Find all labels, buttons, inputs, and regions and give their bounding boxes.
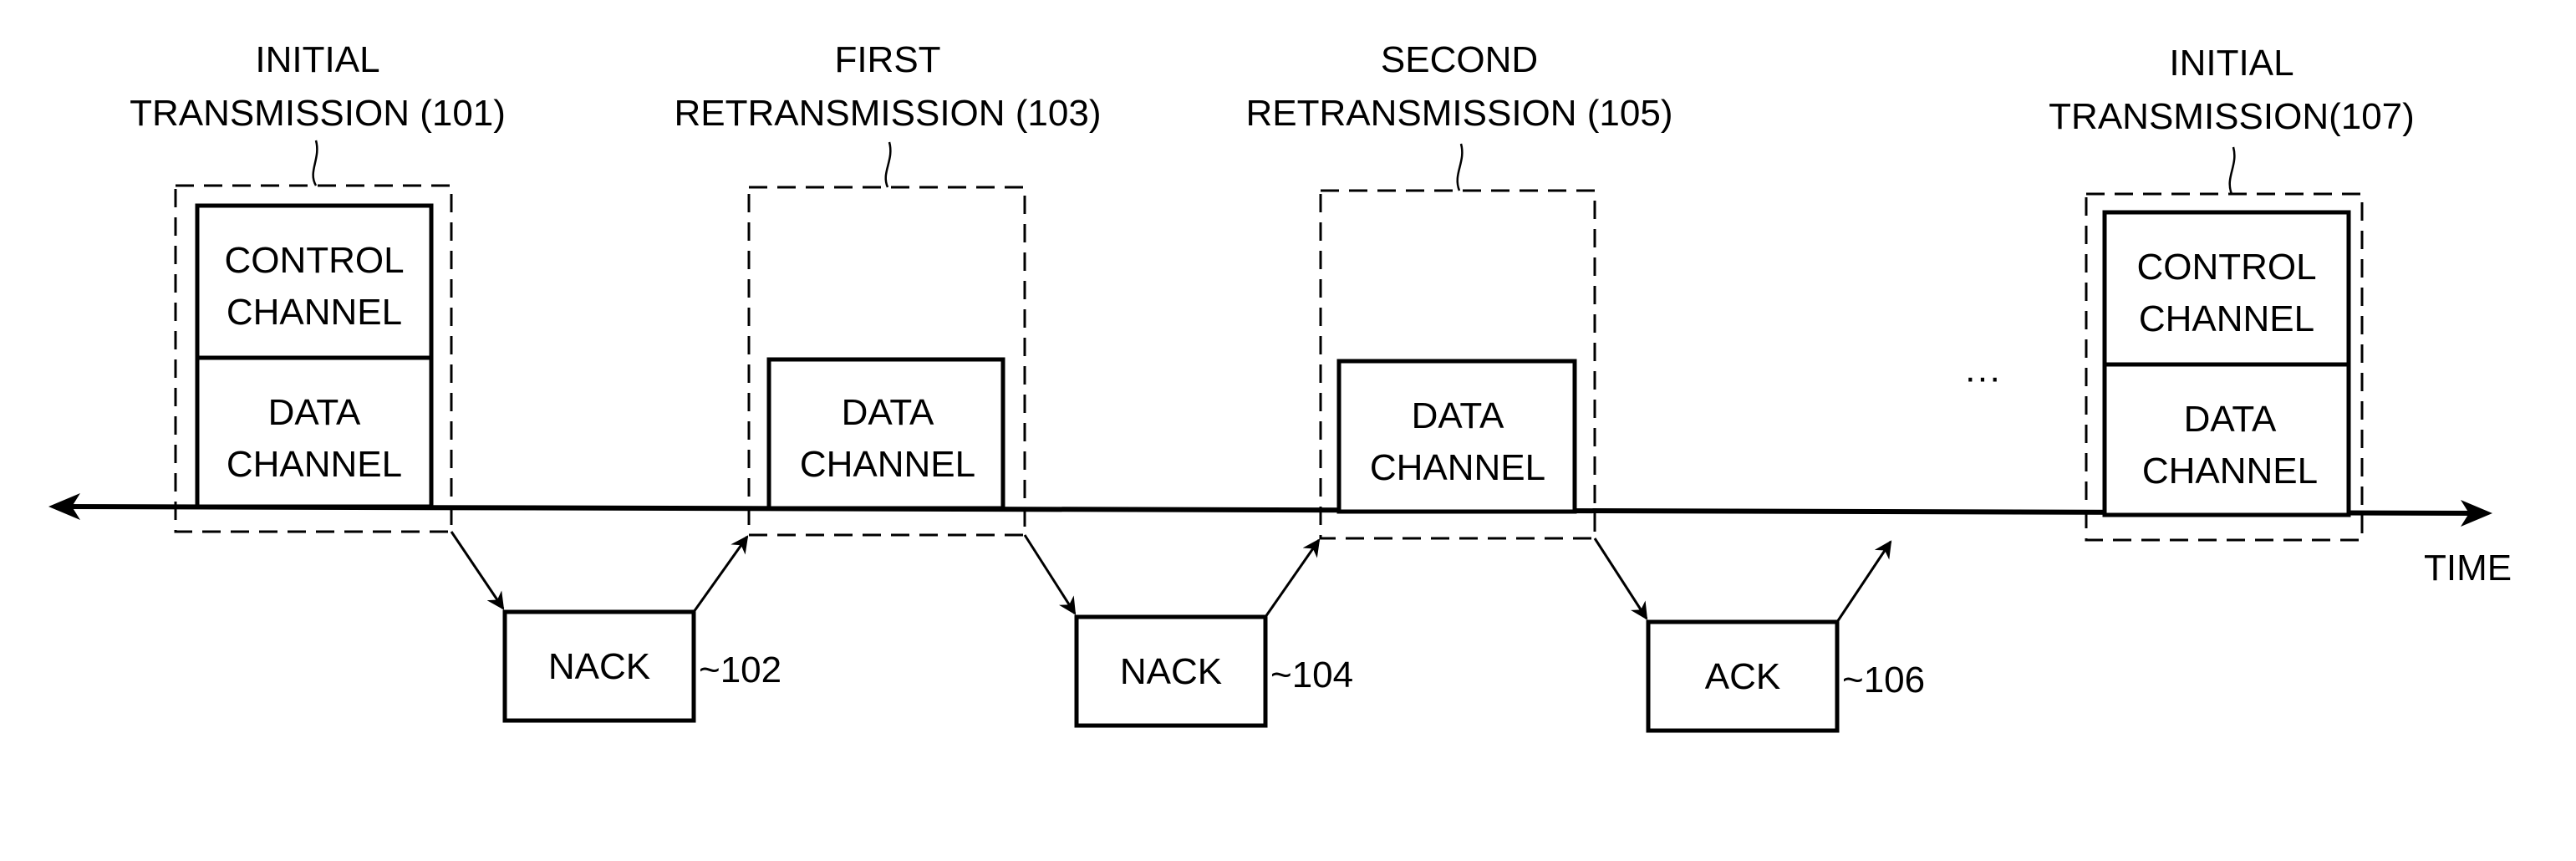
transmission-107: INITIAL TRANSMISSION(107) CONTROL CHANNE… bbox=[2049, 43, 2415, 542]
transmission-105-title-line2: RETRANSMISSION (105) bbox=[1246, 93, 1673, 134]
transmission-107-data-channel-box bbox=[2102, 362, 2351, 517]
arrow-from-nack-102 bbox=[692, 535, 749, 613]
transmission-107-data-line2: CHANNEL bbox=[2142, 451, 2318, 492]
transmission-107-leader-line bbox=[2228, 146, 2236, 195]
transmission-101-title-line2: TRANSMISSION (101) bbox=[130, 93, 506, 134]
transmission-107-control-channel-box bbox=[2102, 210, 2351, 367]
arrow-to-nack-104 bbox=[1023, 534, 1077, 615]
time-axis-label: TIME bbox=[2424, 548, 2512, 588]
transmission-105-data-channel-box bbox=[1336, 359, 1577, 514]
transmission-103-data-line2: CHANNEL bbox=[800, 444, 975, 485]
nack-104-reference: ~104 bbox=[1270, 655, 1353, 695]
arrow-from-nack-104 bbox=[1264, 538, 1321, 618]
ack-106-label: ACK bbox=[1705, 656, 1780, 697]
transmission-107-control-line2: CHANNEL bbox=[2139, 298, 2314, 339]
transmission-105-leader-line bbox=[1456, 143, 1464, 191]
transmission-101-control-line1: CONTROL bbox=[224, 240, 404, 281]
transmission-101-data-line2: CHANNEL bbox=[227, 444, 402, 485]
transmission-101-control-line2: CHANNEL bbox=[227, 292, 402, 333]
arrow-to-ack-106 bbox=[1593, 537, 1648, 620]
transmission-101-title-line1: INITIAL bbox=[255, 39, 379, 80]
transmission-101: INITIAL TRANSMISSION (101) CONTROL CHANN… bbox=[130, 39, 506, 533]
ack-106-reference: ~106 bbox=[1842, 660, 1925, 701]
nack-104-label: NACK bbox=[1120, 651, 1222, 692]
transmission-103-title-line2: RETRANSMISSION (103) bbox=[675, 93, 1102, 134]
feedback-106: ACK ~106 bbox=[1593, 537, 1925, 733]
transmission-103-data-line1: DATA bbox=[842, 392, 934, 433]
transmission-107-title-line2: TRANSMISSION(107) bbox=[2049, 96, 2415, 137]
transmission-103-title-line1: FIRST bbox=[834, 39, 940, 80]
transmission-105-data-line1: DATA bbox=[1412, 395, 1504, 436]
transmission-105-title-line1: SECOND bbox=[1381, 39, 1538, 80]
transmission-101-data-line1: DATA bbox=[268, 392, 361, 433]
arrow-from-ack-106 bbox=[1835, 540, 1892, 623]
transmission-107-data-line1: DATA bbox=[2184, 399, 2277, 440]
transmission-101-leader-line bbox=[312, 140, 318, 186]
transmission-107-control-line1: CONTROL bbox=[2136, 247, 2316, 288]
continuation-ellipsis: ··· bbox=[1964, 357, 2001, 398]
harq-timing-diagram: TIME INITIAL TRANSMISSION (101) CONTROL … bbox=[48, 39, 2512, 733]
arrow-to-nack-102 bbox=[450, 531, 505, 610]
transmission-105: SECOND RETRANSMISSION (105) DATA CHANNEL bbox=[1246, 39, 1673, 540]
transmission-103-leader-line bbox=[884, 141, 892, 188]
transmission-101-control-channel-box bbox=[195, 203, 434, 360]
nack-102-label: NACK bbox=[548, 646, 650, 687]
feedback-102: NACK ~102 bbox=[450, 531, 781, 723]
transmission-107-title-line1: INITIAL bbox=[2169, 43, 2293, 84]
transmission-105-data-line2: CHANNEL bbox=[1370, 447, 1545, 488]
transmission-103: FIRST RETRANSMISSION (103) DATA CHANNEL bbox=[675, 39, 1102, 537]
feedback-104: NACK ~104 bbox=[1023, 534, 1353, 728]
nack-102-reference: ~102 bbox=[699, 650, 781, 690]
transmission-103-data-channel-box bbox=[766, 357, 1005, 511]
